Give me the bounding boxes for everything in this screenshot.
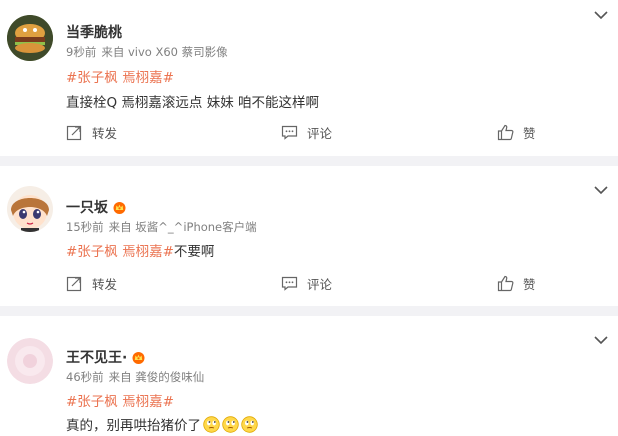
post-source: 来自 坂酱^_^iPhone客户端 [108, 220, 257, 234]
post-actions: 转发 评论 赞 [0, 274, 618, 298]
topic-tag[interactable]: 焉栩嘉# [122, 244, 174, 260]
post-source: 来自 vivo X60 蔡司影像 [101, 45, 228, 59]
avatar[interactable] [7, 338, 53, 384]
like-label: 赞 [523, 126, 536, 141]
post-time[interactable]: 9秒前 [66, 45, 96, 59]
username[interactable]: 当季脆桃 [66, 22, 122, 42]
post-card: 王不见王· 46秒前 来自 龚俊的俊味仙 #张子枫 焉栩嘉# 真的，别再哄抬猪价了 [0, 316, 618, 436]
emoji-icon [222, 416, 239, 433]
post-meta: 9秒前 来自 vivo X60 蔡司影像 [66, 44, 228, 60]
topic-tag[interactable]: #张子枫 [66, 394, 118, 410]
post-text: 真的，别再哄抬猪价了 [66, 418, 201, 434]
repost-icon [66, 125, 82, 141]
comment-label: 评论 [307, 126, 333, 141]
topic-tags: #张子枫 焉栩嘉# [66, 390, 174, 410]
post-text: 不要啊 [173, 244, 215, 260]
post-card: 当季脆桃 9秒前 来自 vivo X60 蔡司影像 #张子枫 焉栩嘉# 直接栓Q … [0, 0, 618, 156]
post-meta: 15秒前 来自 坂酱^_^iPhone客户端 [66, 219, 257, 235]
post-actions: 转发 评论 赞 [0, 123, 618, 147]
topic-tag[interactable]: #张子枫 [66, 70, 118, 86]
like-icon [497, 275, 514, 292]
chevron-down-icon[interactable] [594, 11, 608, 20]
username-row: 王不见王· [66, 347, 146, 367]
topic-tag[interactable]: 焉栩嘉# [122, 394, 174, 410]
post-time[interactable]: 15秒前 [66, 220, 104, 234]
chevron-down-icon[interactable] [594, 336, 608, 345]
username-row: 一只坂 [66, 197, 127, 217]
avatar[interactable] [7, 186, 53, 232]
post-meta: 46秒前 来自 龚俊的俊味仙 [66, 369, 204, 385]
username-row: 当季脆桃 [66, 22, 122, 42]
post-source: 来自 龚俊的俊味仙 [108, 370, 205, 384]
emoji-icon [203, 416, 220, 433]
topic-tag[interactable]: #张子枫 [66, 244, 118, 260]
repost-button[interactable]: 转发 [66, 123, 117, 142]
post-time[interactable]: 46秒前 [66, 370, 104, 384]
chevron-down-icon[interactable] [594, 186, 608, 195]
username[interactable]: 一只坂 [66, 197, 108, 217]
repost-icon [66, 276, 82, 292]
repost-label: 转发 [92, 126, 118, 141]
vip-crown-icon[interactable] [131, 351, 146, 364]
post-card: 一只坂 15秒前 来自 坂酱^_^iPhone客户端 #张子枫 焉栩嘉#不要啊 转… [0, 166, 618, 306]
post-text-line: #张子枫 焉栩嘉#不要啊 [66, 240, 214, 260]
post-separator [0, 156, 618, 166]
post-text-line: 真的，别再哄抬猪价了 [66, 414, 258, 434]
post-text: 直接栓Q 焉栩嘉滚远点 妹妹 咱不能这样啊 [66, 95, 319, 111]
post-separator [0, 306, 618, 316]
topic-tags: #张子枫 焉栩嘉# [66, 66, 174, 86]
repost-label: 转发 [92, 277, 118, 292]
like-label: 赞 [523, 277, 536, 292]
vip-crown-icon[interactable] [112, 201, 127, 214]
like-button[interactable]: 赞 [497, 123, 536, 142]
comment-icon [281, 125, 298, 140]
comment-button[interactable]: 评论 [281, 123, 332, 142]
repost-button[interactable]: 转发 [66, 274, 117, 293]
like-icon [497, 124, 514, 141]
like-button[interactable]: 赞 [497, 274, 536, 293]
comment-label: 评论 [307, 277, 333, 292]
comment-button[interactable]: 评论 [281, 274, 332, 293]
topic-tag[interactable]: 焉栩嘉# [122, 70, 174, 86]
username[interactable]: 王不见王· [66, 347, 127, 367]
comment-icon [281, 276, 298, 291]
emoji-icon [241, 416, 258, 433]
avatar[interactable] [7, 15, 53, 61]
